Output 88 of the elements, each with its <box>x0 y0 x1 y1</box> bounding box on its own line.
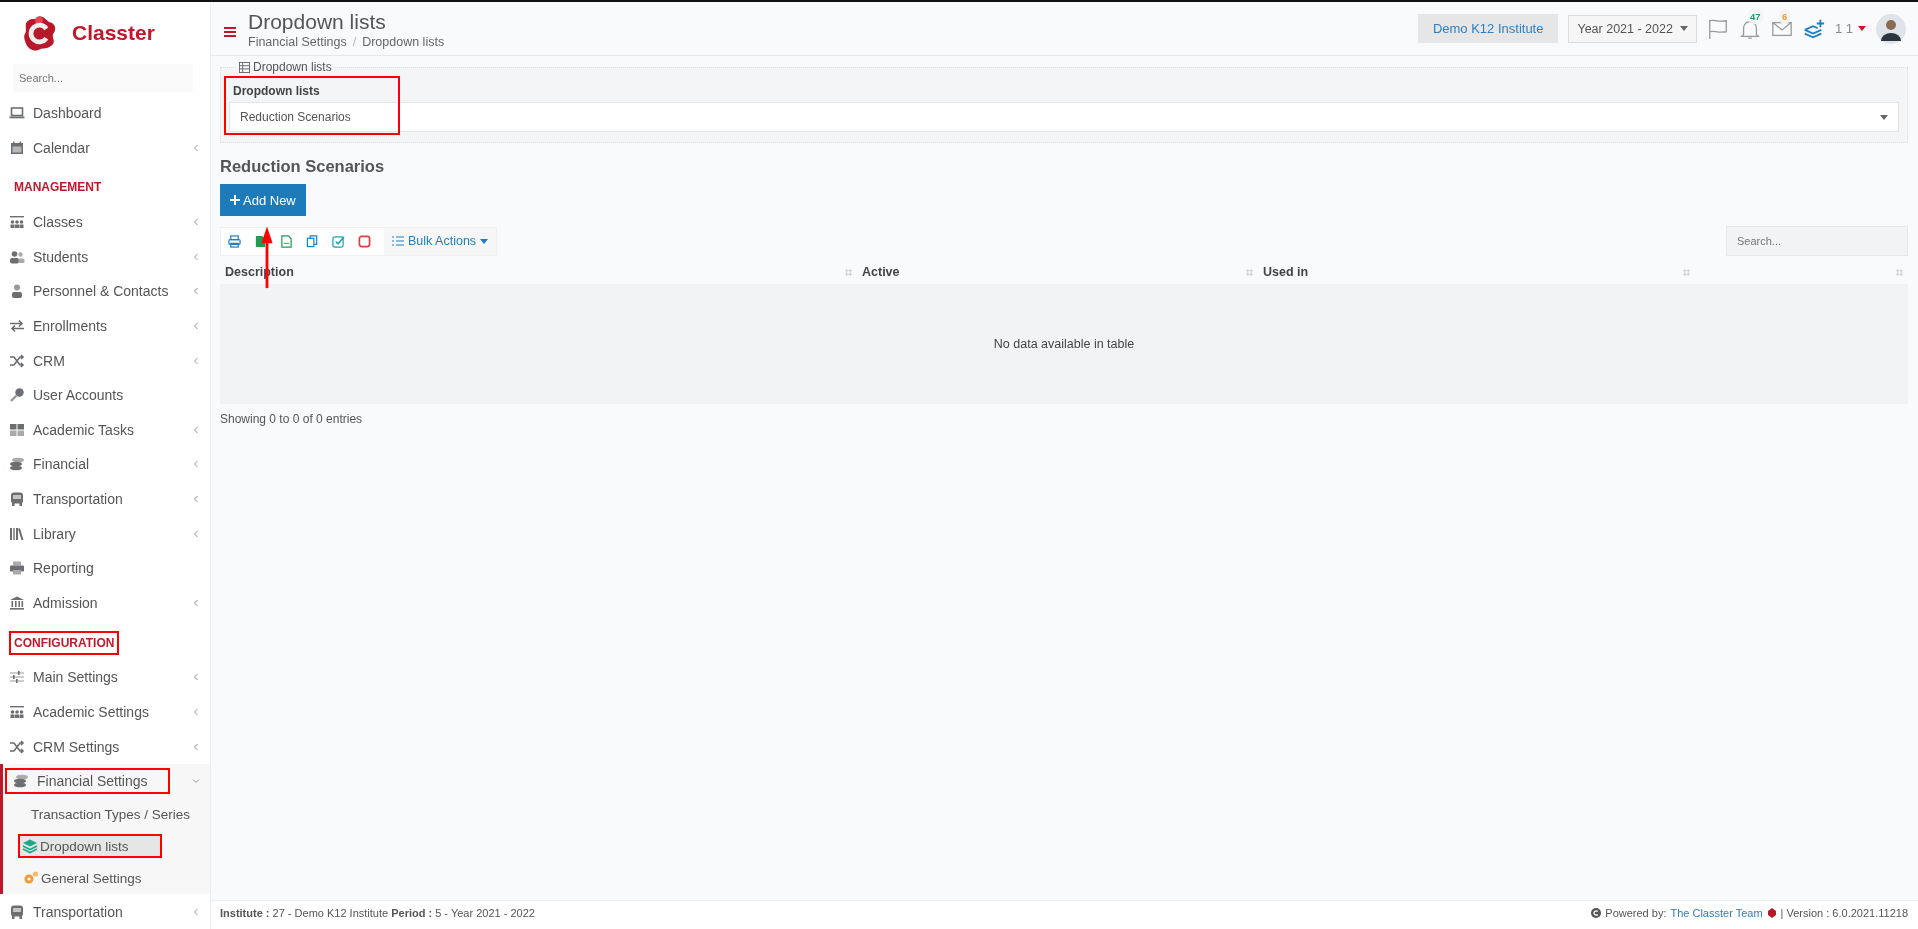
fieldset-legend: Dropdown lists <box>237 60 334 74</box>
menu-icon[interactable] <box>224 26 236 37</box>
square-icon[interactable] <box>358 234 371 248</box>
sidebar-item[interactable]: Transportation <box>7 901 125 922</box>
institute-button[interactable]: Demo K12 Institute <box>1417 14 1559 43</box>
caret-icon <box>1858 26 1866 31</box>
printer-icon <box>9 560 25 577</box>
version-text: | Version : 6.0.2021.11218 <box>1780 907 1908 919</box>
breadcrumb-item[interactable]: Financial Settings <box>248 34 347 49</box>
table-info: Showing 0 to 0 of 0 entries <box>220 412 364 426</box>
spreadsheet-icon[interactable] <box>254 234 267 248</box>
sidebar-item[interactable]: Enrollments <box>7 316 109 336</box>
message-badge: 6 <box>1778 8 1791 24</box>
sidebar-item[interactable]: Academic Settings <box>7 701 151 722</box>
bank-icon <box>9 594 25 611</box>
shuffle-icon <box>9 738 25 755</box>
bus-icon <box>9 490 25 507</box>
field-label: Dropdown lists <box>233 84 321 98</box>
sidebar-item[interactable]: Reporting <box>7 558 96 579</box>
layers-plus-icon[interactable] <box>1802 17 1825 40</box>
caret-icon <box>1679 26 1688 31</box>
submenu-item[interactable]: Dropdown lists <box>18 834 162 859</box>
sidebar-item[interactable]: Students <box>7 246 91 267</box>
page-title: Dropdown lists <box>248 8 387 35</box>
breadcrumb-separator: / <box>352 34 357 49</box>
caret-icon <box>480 238 489 244</box>
sidebar-item[interactable]: CRM <box>7 350 67 371</box>
checkbox-icon[interactable] <box>332 234 345 248</box>
empty-message: No data available in table <box>993 337 1135 351</box>
shuffle-icon <box>9 352 25 369</box>
users-icon <box>9 248 25 265</box>
people-row-icon <box>9 214 25 231</box>
sidebar-item[interactable]: User Accounts <box>7 385 126 406</box>
copy-icon[interactable] <box>306 234 319 248</box>
breadcrumb-item: Dropdown lists <box>362 34 445 49</box>
laptop-icon <box>9 105 25 121</box>
sidebar-item[interactable]: Personnel & Contacts <box>7 281 171 302</box>
sidebar-item[interactable]: Library <box>7 523 78 544</box>
sidebar-item[interactable]: Calendar <box>7 137 92 158</box>
add-new-button[interactable]: Add New <box>220 184 306 216</box>
sidebar-item[interactable]: Dashboard <box>7 103 104 123</box>
calendar-icon <box>9 139 25 156</box>
submenu-item[interactable]: Transaction Types / Series <box>18 802 206 826</box>
sliders-icon <box>9 669 25 686</box>
key-icon <box>9 387 25 404</box>
copyright-icon <box>1591 908 1602 918</box>
column-header[interactable]: Used in <box>1263 265 1309 279</box>
brand-name: Classter <box>72 20 155 45</box>
flag-icon[interactable] <box>1706 17 1729 40</box>
caret-icon <box>1880 114 1888 120</box>
print-icon[interactable] <box>228 234 241 248</box>
plus-icon <box>230 195 240 205</box>
people-row-icon <box>9 703 25 720</box>
file-icon[interactable] <box>280 234 293 248</box>
logo-icon <box>1766 908 1777 918</box>
powered-by-text: Powered by: <box>1605 907 1667 919</box>
column-header[interactable]: Active <box>862 265 900 279</box>
sidebar-item[interactable]: Transportation <box>7 488 125 509</box>
sidebar-item[interactable]: Financial <box>7 454 92 475</box>
coins-icon <box>9 456 25 473</box>
search-field[interactable]: Search... <box>1726 226 1908 256</box>
section-heading: MANAGEMENT <box>13 179 103 197</box>
table-icon <box>239 61 250 73</box>
section-heading: CONFIGURATION <box>12 633 117 652</box>
sidebar-item[interactable]: Main Settings <box>7 667 120 688</box>
list-icon <box>392 236 404 246</box>
person-icon <box>9 283 25 300</box>
bulk-actions-button[interactable]: Bulk Actions <box>384 227 497 255</box>
footer-info: Institute : 27 - Demo K12 Institute Period : 5 - Year 2021 - 2022 <box>220 907 535 919</box>
sidebar-item[interactable]: CRM Settings <box>7 736 122 757</box>
bus-icon <box>9 903 25 920</box>
sidebar-item[interactable]: Admission <box>7 592 100 613</box>
sidebar-item[interactable]: Financial Settings <box>7 770 168 793</box>
books-icon <box>9 525 25 542</box>
grid-icon <box>9 421 25 438</box>
arrows-icon <box>9 318 25 334</box>
sidebar-item[interactable]: Classes <box>7 212 85 233</box>
avatar[interactable] <box>1876 13 1906 44</box>
notification-badge: 47 <box>1746 8 1764 24</box>
sidebar-item[interactable]: Academic Tasks <box>7 419 136 440</box>
submenu-item[interactable]: General Settings <box>18 866 206 891</box>
section-title: Reduction Scenarios <box>220 157 386 176</box>
team-link[interactable]: The Classter Team <box>1670 907 1763 919</box>
layers-icon <box>22 838 38 855</box>
dropdown-select[interactable]: Reduction Scenarios <box>229 102 1899 132</box>
coins-icon <box>13 773 29 790</box>
year-select[interactable]: Year 2021 - 2022 <box>1568 14 1697 43</box>
search-field[interactable]: Search... <box>13 63 193 92</box>
